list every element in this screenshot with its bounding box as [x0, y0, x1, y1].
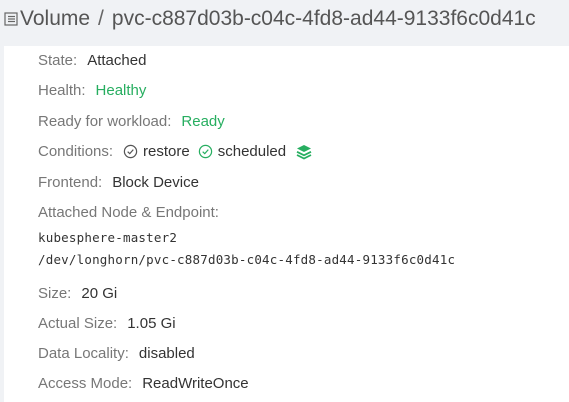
- check-circle-icon: [123, 144, 138, 159]
- menu-fold-icon[interactable]: [4, 11, 18, 27]
- frontend-row: Frontend: Block Device: [38, 174, 199, 191]
- access-mode-row: Access Mode: ReadWriteOnce: [38, 375, 249, 392]
- endpoint-label: Attached Node & Endpoint:: [38, 204, 219, 221]
- check-circle-icon: [198, 144, 212, 159]
- access-mode-value: ReadWriteOnce: [142, 375, 249, 392]
- condition-label: restore: [143, 143, 190, 160]
- condition-scheduled[interactable]: scheduled: [198, 143, 286, 160]
- health-label: Health:: [38, 82, 86, 99]
- locality-value: disabled: [138, 345, 195, 362]
- state-row: State: Attached: [38, 52, 146, 69]
- state-value: Attached: [87, 52, 147, 69]
- page-title: pvc-c887d03b-c04c-4fd8-ad44-9133f6c0d41c: [111, 7, 536, 30]
- conditions-label: Conditions:: [38, 143, 114, 160]
- access-mode-label: Access Mode:: [38, 375, 133, 392]
- actual-size-row: Actual Size: 1.05 Gi: [38, 315, 176, 332]
- size-label: Size:: [38, 285, 72, 302]
- frontend-value: Block Device: [112, 174, 199, 191]
- frontend-label: Frontend:: [38, 174, 103, 191]
- ready-row: Ready for workload: Ready: [38, 113, 225, 130]
- endpoint-row: Attached Node & Endpoint:: [38, 204, 219, 221]
- volume-details-panel: State: Attached Health: Healthy Ready fo…: [4, 46, 569, 402]
- size-row: Size: 20 Gi: [38, 285, 117, 302]
- endpoint-node: kubesphere-master2: [38, 230, 178, 245]
- breadcrumb-section[interactable]: Volume: [20, 7, 90, 31]
- condition-restore[interactable]: restore: [123, 143, 190, 160]
- health-value: Healthy: [95, 82, 147, 99]
- breadcrumb-separator: /: [98, 7, 104, 30]
- locality-row: Data Locality: disabled: [38, 345, 195, 362]
- ready-value: Ready: [181, 113, 225, 130]
- layers-icon[interactable]: [296, 144, 312, 160]
- actual-size-value: 1.05 Gi: [127, 315, 176, 332]
- endpoint-path: /dev/longhorn/pvc-c887d03b-c04c-4fd8-ad4…: [38, 252, 456, 267]
- locality-label: Data Locality:: [38, 345, 129, 362]
- ready-label: Ready for workload:: [38, 113, 172, 130]
- conditions-row: Conditions: restore scheduled: [38, 143, 312, 160]
- condition-label: scheduled: [217, 143, 287, 160]
- health-row: Health: Healthy: [38, 82, 146, 99]
- size-value: 20 Gi: [81, 285, 118, 302]
- page-header: Volume / pvc-c887d03b-c04c-4fd8-ad44-913…: [0, 0, 569, 38]
- actual-size-label: Actual Size:: [38, 315, 118, 332]
- state-label: State:: [38, 52, 78, 69]
